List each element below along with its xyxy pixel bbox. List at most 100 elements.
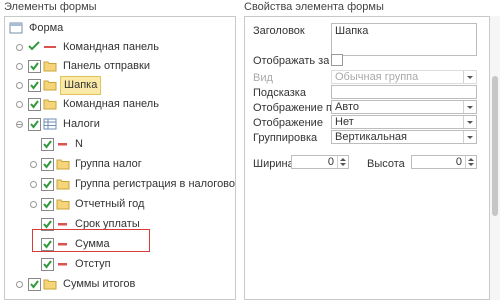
element-properties-title: Свойства элемента формы xyxy=(244,1,384,13)
checkmark-icon xyxy=(30,81,39,90)
checkmark-icon[interactable] xyxy=(28,40,40,52)
form-icon xyxy=(9,22,23,34)
height-input[interactable]: 0 xyxy=(411,155,477,169)
height-label: Высота xyxy=(367,158,405,170)
checkmark-icon xyxy=(43,260,52,269)
dropdown-arrow-icon[interactable] xyxy=(463,131,476,143)
width-value: 0 xyxy=(327,156,334,168)
tree-item-send-panel[interactable]: Панель отправки xyxy=(5,57,235,76)
expand-icon[interactable] xyxy=(15,280,24,289)
header-label: Заголовок xyxy=(253,25,305,37)
folder-icon xyxy=(56,199,70,210)
dropdown-arrow-icon[interactable] xyxy=(463,71,476,83)
view-value: Обычная группа xyxy=(335,71,419,83)
tree-item-label: Панель отправки xyxy=(63,60,150,72)
expand-icon[interactable] xyxy=(29,160,38,169)
tree-item-n[interactable]: N xyxy=(5,135,235,154)
tree-item-label: Командная панель xyxy=(63,98,159,110)
checkmark-icon xyxy=(43,180,52,189)
spin-arrows-icon[interactable] xyxy=(465,156,476,168)
expand-icon[interactable] xyxy=(15,43,24,52)
form-elements-title: Элементы формы xyxy=(4,1,97,13)
properties-panel: Заголовок Шапка Отображать заголовок Вид… xyxy=(244,16,490,300)
folder-icon xyxy=(56,179,70,190)
tree-root[interactable]: Форма xyxy=(5,19,235,38)
grouping-select[interactable]: Вертикальная xyxy=(331,130,477,144)
width-label: Ширина xyxy=(253,158,294,170)
tree-item-tax-group[interactable]: Группа налог xyxy=(5,155,235,174)
checkbox[interactable] xyxy=(28,79,41,92)
tree-item-label: N xyxy=(75,138,83,150)
expand-icon[interactable] xyxy=(29,200,38,209)
form-elements-tree[interactable]: Форма Командная панель Панель отправки Ш… xyxy=(4,16,236,300)
checkmark-icon xyxy=(43,140,52,149)
field-icon xyxy=(58,263,67,266)
expand-icon[interactable] xyxy=(29,180,38,189)
view-select[interactable]: Обычная группа xyxy=(331,70,477,84)
tree-item-label: Отступ xyxy=(75,258,111,270)
scrollbar-thumb[interactable] xyxy=(492,76,498,216)
show-mode-select[interactable]: Авто xyxy=(331,100,477,114)
grouping-value: Вертикальная xyxy=(335,131,407,143)
show-mode-value: Авто xyxy=(335,101,359,113)
checkmark-icon xyxy=(30,280,39,289)
display-select[interactable]: Нет xyxy=(331,115,477,129)
show-mode-label: Отображение подсказки xyxy=(253,102,331,114)
display-label: Отображение xyxy=(253,117,323,129)
display-value: Нет xyxy=(335,116,354,128)
dropdown-arrow-icon[interactable] xyxy=(463,116,476,128)
checkbox[interactable] xyxy=(28,278,41,291)
tree-item-label: Группа регистрация в налоговом органе xyxy=(75,178,236,190)
expand-icon[interactable] xyxy=(15,100,24,109)
grouping-label: Группировка xyxy=(253,132,318,144)
hint-label: Подсказка xyxy=(253,87,306,99)
folder-icon xyxy=(43,61,57,72)
checkbox[interactable] xyxy=(41,178,54,191)
hint-input[interactable] xyxy=(331,85,477,99)
checkbox[interactable] xyxy=(28,118,41,131)
checkmark-icon xyxy=(43,200,52,209)
show-header-checkbox[interactable] xyxy=(331,54,343,66)
tree-item-header[interactable]: Шапка xyxy=(5,76,235,95)
checkbox[interactable] xyxy=(28,98,41,111)
checkbox[interactable] xyxy=(41,198,54,211)
spin-arrows-icon[interactable] xyxy=(337,156,348,168)
folder-icon xyxy=(56,159,70,170)
header-input[interactable]: Шапка xyxy=(331,23,477,56)
tree-item-label: Группа налог xyxy=(75,158,142,170)
tree-item-command-panel[interactable]: Командная панель xyxy=(5,38,235,57)
expand-icon[interactable] xyxy=(15,62,24,71)
table-icon xyxy=(43,118,57,130)
dropdown-arrow-icon[interactable] xyxy=(463,101,476,113)
tree-item-label: Суммы итогов xyxy=(63,278,136,290)
tree-item-label: Налоги xyxy=(63,118,100,130)
tree-item-taxes[interactable]: Налоги xyxy=(5,115,235,134)
command-bar-icon xyxy=(44,46,56,48)
tree-item-indent[interactable]: Отступ xyxy=(5,255,235,274)
field-icon xyxy=(58,143,67,146)
tree-root-label: Форма xyxy=(29,22,64,34)
width-input[interactable]: 0 xyxy=(291,155,349,169)
properties-scrollbar[interactable] xyxy=(490,16,500,300)
checkbox[interactable] xyxy=(28,60,41,73)
folder-icon xyxy=(43,279,57,290)
checkbox[interactable] xyxy=(41,258,54,271)
height-value: 0 xyxy=(455,156,462,168)
folder-icon xyxy=(43,99,57,110)
highlight-frame xyxy=(32,229,150,252)
tree-item-label: Шапка xyxy=(60,76,102,95)
checkbox[interactable] xyxy=(41,138,54,151)
tree-item-label: Командная панель xyxy=(63,41,159,53)
tree-item-command-panel-2[interactable]: Командная панель xyxy=(5,95,235,114)
tree-item-report-year[interactable]: Отчетный год xyxy=(5,195,235,214)
checkmark-icon xyxy=(30,62,39,71)
tree-item-registration-group[interactable]: Группа регистрация в налоговом органе xyxy=(5,175,236,194)
folder-icon xyxy=(43,80,57,91)
checkmark-icon xyxy=(30,100,39,109)
tree-item-totals[interactable]: Суммы итогов xyxy=(5,275,235,294)
view-label: Вид xyxy=(253,72,273,84)
expand-icon[interactable] xyxy=(15,81,24,90)
collapse-icon[interactable] xyxy=(15,120,24,129)
checkbox[interactable] xyxy=(41,158,54,171)
checkmark-icon xyxy=(30,120,39,129)
